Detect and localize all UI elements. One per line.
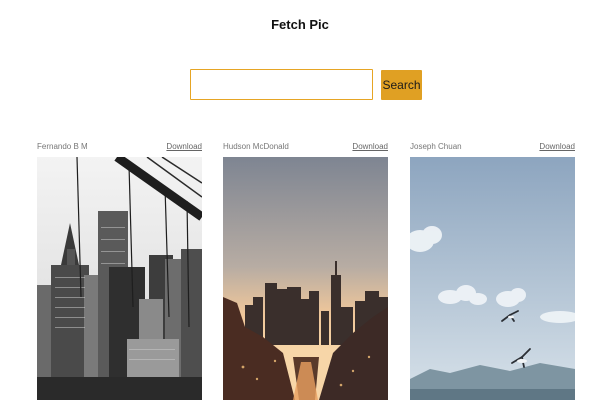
photo-author: Joseph Chuan (410, 142, 462, 151)
photo-image[interactable] (37, 157, 202, 400)
photo-image[interactable] (223, 157, 388, 400)
search-button[interactable]: Search (381, 70, 422, 100)
download-link[interactable]: Download (352, 142, 388, 151)
photo-card: Fernando B M Download (37, 141, 202, 400)
photo-card: Joseph Chuan Download (410, 141, 575, 400)
page-title: Fetch Pic (271, 17, 329, 32)
photo-meta: Joseph Chuan Download (410, 141, 575, 153)
search-input[interactable] (190, 69, 373, 100)
photo-author: Fernando B M (37, 142, 88, 151)
photo-image[interactable] (410, 157, 575, 400)
download-link[interactable]: Download (166, 142, 202, 151)
download-link[interactable]: Download (539, 142, 575, 151)
photo-card: Hudson McDonald Download (223, 141, 388, 400)
photo-author: Hudson McDonald (223, 142, 289, 151)
photo-meta: Hudson McDonald Download (223, 141, 388, 153)
photo-meta: Fernando B M Download (37, 141, 202, 153)
